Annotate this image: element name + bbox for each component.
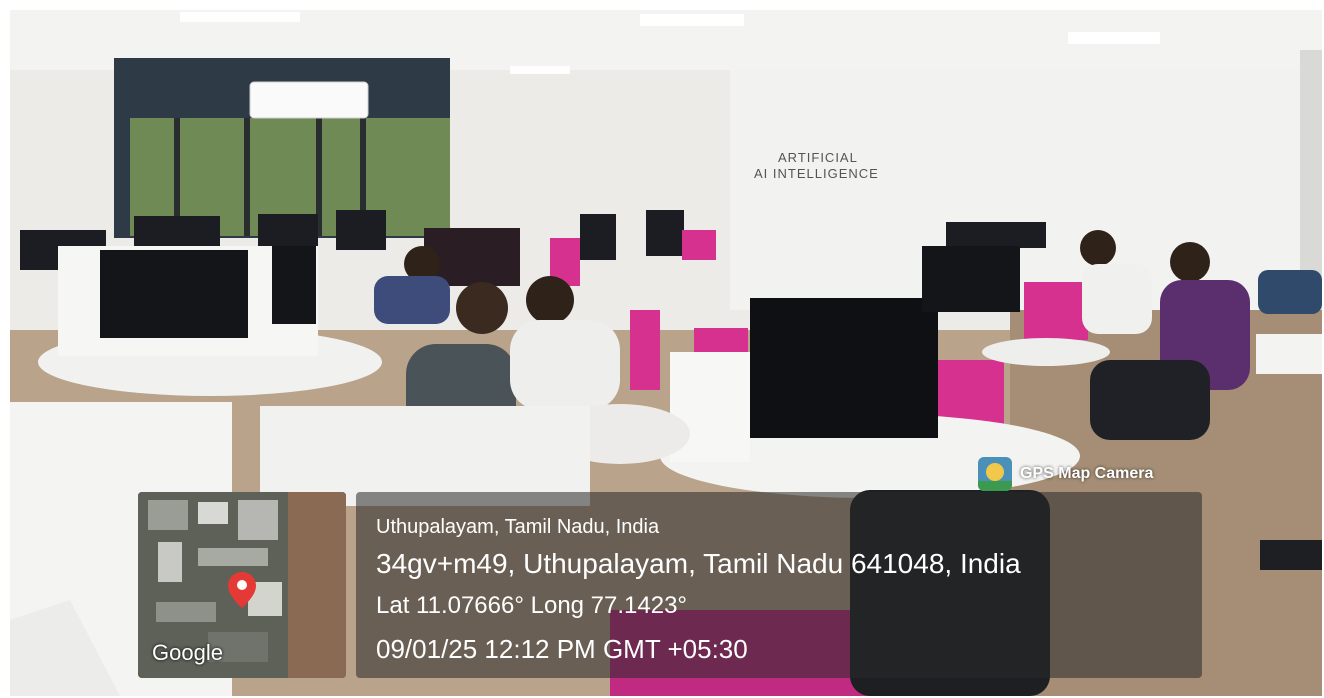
location-stamp-overlay: Google Uthupalayam, Tamil Nadu, India 34… <box>138 492 1202 678</box>
mini-map: Google <box>138 492 346 678</box>
wall-text-0: ARTIFICIAL <box>778 150 858 165</box>
gps-map-camera-badge: GPS Map Camera <box>972 456 1208 492</box>
lat-long-coordinates: Lat 11.07666° Long 77.1423° <box>376 592 688 619</box>
wall-text-1: AI INTELLIGENCE <box>754 166 879 181</box>
gps-map-camera-logo-icon <box>978 457 1012 491</box>
map-pin-icon <box>228 572 256 608</box>
date-time-stamp: 09/01/25 12:12 PM GMT +05:30 <box>376 634 748 664</box>
gps-map-camera-label: GPS Map Camera <box>1020 465 1154 482</box>
google-logo-text: Google <box>152 640 223 665</box>
full-address: 34gv+m49, Uthupalayam, Tamil Nadu 641048… <box>376 548 1021 579</box>
location-info-panel: Uthupalayam, Tamil Nadu, India 34gv+m49,… <box>356 492 1202 678</box>
place-name: Uthupalayam, Tamil Nadu, India <box>376 516 660 538</box>
geotagged-photo: ARTIFICIAL AI INTELLIGENCE GPS Map Camer… <box>10 10 1322 696</box>
